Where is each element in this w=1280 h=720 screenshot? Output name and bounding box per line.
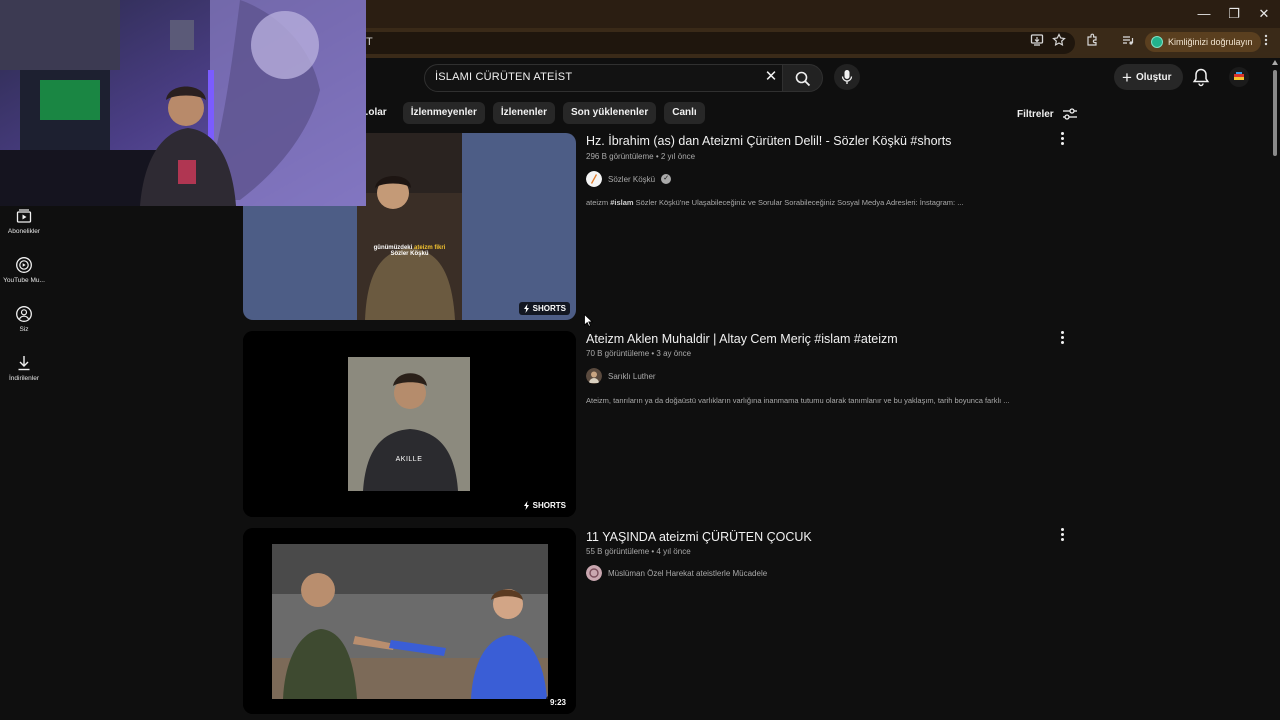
video-thumbnail[interactable]: 9:23 [243,528,576,714]
search-query-text: İSLAMI CÜRÜTEN ATEİST [435,71,573,83]
subscriptions-icon [16,209,32,223]
channel-link[interactable]: Sarıklı Luther [586,368,656,384]
bookmark-star-icon[interactable] [1049,33,1069,53]
shorts-badge: SHORTS [518,302,570,315]
channel-link[interactable]: Müslüman Özel Harekat ateistlerle Mücade… [586,565,767,581]
channel-link[interactable]: Sözler Köşkü ✓ [586,171,672,187]
create-label: Oluştur [1135,71,1172,83]
video-title[interactable]: 11 YAŞINDA ateizmi ÇÜRÜTEN ÇOCUK [586,530,812,544]
sidebar-item-downloads[interactable]: İndirilenler [0,354,48,382]
page-scrollbar[interactable] [1270,60,1280,720]
channel-name[interactable]: Sözler Köşkü [608,175,655,184]
chip-watched[interactable]: İzlenenler [492,102,555,124]
more-actions-icon[interactable] [1056,330,1068,346]
scrollbar-thumb[interactable] [1273,70,1277,156]
video-description: ateizm #islam Sözler Köşkü'ne Ulaşabilec… [586,198,964,207]
address-bar[interactable]: T [330,32,1075,54]
bell-icon [1192,68,1210,87]
sidebar-label: Siz [19,326,29,333]
sidebar-label: Abonelikler [7,228,41,235]
restore-button[interactable]: ❐ [1219,4,1249,24]
voice-search-button[interactable] [834,64,860,90]
filters-label: Filtreler [1017,108,1054,120]
sidebar-label: YouTube Mu... [3,277,45,284]
more-actions-icon[interactable] [1056,527,1068,543]
thumbnail-image [243,331,576,517]
search-button[interactable] [782,64,823,92]
thumbnail-caption: günümüzdeki ateizm fikri Sözler Köşkü [373,245,446,257]
shorts-icon [523,501,529,510]
sidebar-item-you[interactable]: Siz [0,305,48,333]
sidebar-item-youtube-music[interactable]: YouTube Mu... [0,256,48,284]
notifications-button[interactable] [1190,66,1212,88]
video-meta: 296 B görüntüleme • 2 yıl önce [586,152,696,161]
create-button[interactable]: + Oluştur [1114,64,1183,90]
video-description: Ateizm, tanrıların ya da doğaüstü varlık… [586,396,1010,405]
media-controls-icon[interactable] [1118,33,1138,53]
webcam-overlay [0,0,366,206]
webcam-image [0,0,366,206]
browser-menu-icon[interactable] [1256,33,1276,53]
verify-identity-label: Kimliğinizi doğrulayın [1168,37,1253,47]
downloads-icon [18,356,30,371]
channel-name[interactable]: Müslüman Özel Harekat ateistlerle Mücade… [608,569,767,578]
video-meta: 55 B görüntüleme • 4 yıl önce [586,547,691,556]
filters-button[interactable]: Filtreler [1017,104,1078,124]
close-window-button[interactable]: ✕ [1249,4,1279,24]
sidebar-label: İndirilenler [9,375,39,382]
chip-live[interactable]: Canlı [664,102,705,124]
chip-recently-uploaded[interactable]: Son yüklenenler [562,102,657,124]
search-input[interactable]: İSLAMI CÜRÜTEN ATEİST [424,64,788,92]
video-title[interactable]: Hz. İbrahim (as) dan Ateizmi Çürüten Del… [586,134,951,148]
shorts-badge: SHORTS [518,499,570,512]
extensions-icon[interactable] [1082,33,1102,53]
filter-chip-bar: ...olar İzlenmeyenler İzlenenler Son yük… [310,102,705,124]
verify-identity-button[interactable]: Kimliğinizi doğrulayın [1145,32,1261,52]
account-avatar[interactable] [1229,67,1249,87]
thumbnail-image [243,528,576,714]
address-bar-url: T [366,36,373,48]
video-title[interactable]: Ateizm Aklen Muhaldir | Altay Cem Meriç … [586,332,898,346]
chip-unwatched[interactable]: İzlenmeyenler [402,102,485,124]
microphone-icon [841,70,853,84]
plus-icon: + [1122,67,1132,87]
video-thumbnail[interactable]: AKILLE SHORTS [243,331,576,517]
profile-dot-icon [1151,36,1163,48]
mouse-cursor-icon [584,314,593,327]
you-icon [16,306,32,322]
channel-name[interactable]: Sarıklı Luther [608,372,656,381]
verified-check-icon: ✓ [661,174,672,184]
channel-avatar[interactable] [586,368,602,384]
search-icon [795,71,811,87]
minimize-button[interactable]: — [1189,4,1219,24]
channel-avatar[interactable] [586,565,602,581]
video-meta: 70 B görüntüleme • 3 ay önce [586,349,692,358]
duration-badge: 9:23 [545,696,570,709]
channel-avatar[interactable] [586,171,602,187]
filter-sliders-icon [1062,108,1077,120]
scroll-up-arrow-icon[interactable] [1272,60,1278,65]
install-app-icon[interactable] [1027,33,1047,53]
thumbnail-caption: AKILLE [395,456,423,463]
more-actions-icon[interactable] [1056,131,1068,147]
shorts-icon [523,304,529,313]
clear-search-icon[interactable]: ✕ [762,67,780,87]
youtube-music-icon [16,257,32,273]
sidebar-item-subscriptions[interactable]: Abonelikler [0,207,48,235]
